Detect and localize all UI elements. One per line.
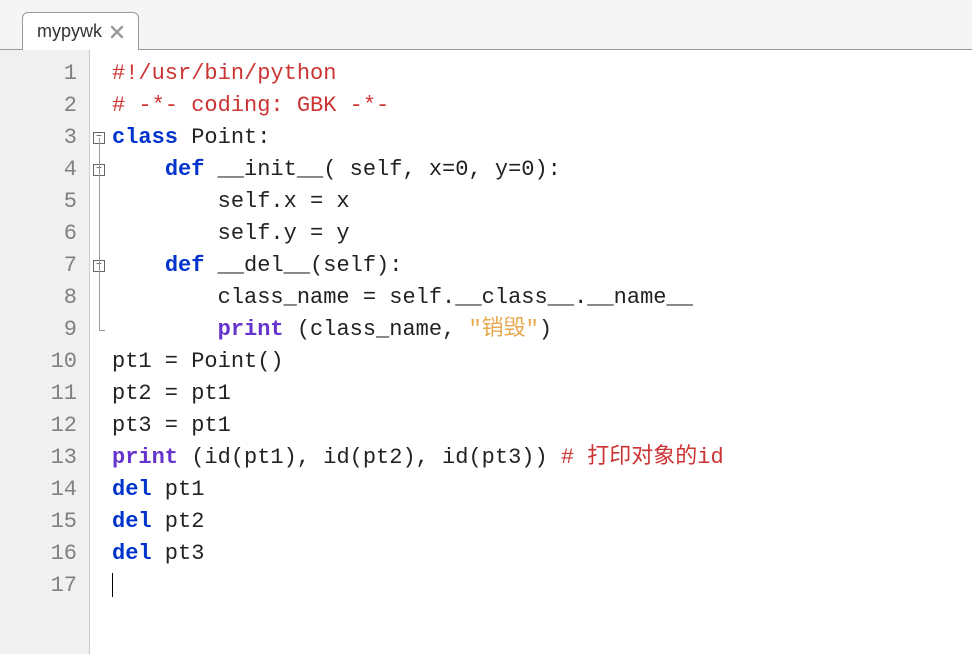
fold-cell bbox=[90, 474, 108, 506]
fold-cell bbox=[90, 570, 108, 602]
line-number: 15 bbox=[0, 506, 89, 538]
line-number: 14 bbox=[0, 474, 89, 506]
line-number: 4 bbox=[0, 154, 89, 186]
fold-cell bbox=[90, 506, 108, 538]
fold-cell bbox=[90, 346, 108, 378]
fold-cell: − bbox=[90, 154, 108, 186]
code-line[interactable]: self.y = y bbox=[108, 218, 972, 250]
code-line[interactable]: del pt1 bbox=[108, 474, 972, 506]
line-number: 11 bbox=[0, 378, 89, 410]
code-line[interactable]: pt2 = pt1 bbox=[108, 378, 972, 410]
code-line[interactable]: class_name = self.__class__.__name__ bbox=[108, 282, 972, 314]
fold-cell bbox=[90, 314, 108, 346]
code-line[interactable]: # -*- coding: GBK -*- bbox=[108, 90, 972, 122]
fold-column: −−− bbox=[90, 50, 108, 654]
fold-cell bbox=[90, 58, 108, 90]
line-number: 2 bbox=[0, 90, 89, 122]
line-number: 17 bbox=[0, 570, 89, 602]
editor-pane: 1234567891011121314151617 −−− #!/usr/bin… bbox=[0, 50, 972, 654]
line-number: 6 bbox=[0, 218, 89, 250]
fold-cell bbox=[90, 218, 108, 250]
code-line[interactable]: print (id(pt1), id(pt2), id(pt3)) # 打印对象… bbox=[108, 442, 972, 474]
line-number: 9 bbox=[0, 314, 89, 346]
code-line[interactable]: #!/usr/bin/python bbox=[108, 58, 972, 90]
code-line[interactable]: pt1 = Point() bbox=[108, 346, 972, 378]
fold-cell bbox=[90, 410, 108, 442]
close-icon[interactable] bbox=[108, 23, 126, 41]
line-number: 16 bbox=[0, 538, 89, 570]
fold-cell: − bbox=[90, 250, 108, 282]
tab-bar: mypywk bbox=[0, 0, 972, 50]
fold-cell bbox=[90, 538, 108, 570]
line-number: 7 bbox=[0, 250, 89, 282]
fold-cell bbox=[90, 90, 108, 122]
line-number: 8 bbox=[0, 282, 89, 314]
line-number: 5 bbox=[0, 186, 89, 218]
fold-cell bbox=[90, 378, 108, 410]
fold-cell bbox=[90, 442, 108, 474]
code-line[interactable]: pt3 = pt1 bbox=[108, 410, 972, 442]
code-line[interactable]: def __init__( self, x=0, y=0): bbox=[108, 154, 972, 186]
fold-cell bbox=[90, 282, 108, 314]
editor-tab[interactable]: mypywk bbox=[22, 12, 139, 50]
code-line[interactable]: del pt3 bbox=[108, 538, 972, 570]
code-line[interactable]: print (class_name, "销毁") bbox=[108, 314, 972, 346]
fold-cell bbox=[90, 186, 108, 218]
line-number: 13 bbox=[0, 442, 89, 474]
code-area[interactable]: #!/usr/bin/python# -*- coding: GBK -*-cl… bbox=[108, 50, 972, 654]
code-line[interactable]: self.x = x bbox=[108, 186, 972, 218]
code-line[interactable]: def __del__(self): bbox=[108, 250, 972, 282]
line-number: 12 bbox=[0, 410, 89, 442]
tab-label: mypywk bbox=[37, 21, 102, 42]
fold-cell: − bbox=[90, 122, 108, 154]
code-line[interactable]: del pt2 bbox=[108, 506, 972, 538]
line-number: 1 bbox=[0, 58, 89, 90]
line-number: 3 bbox=[0, 122, 89, 154]
line-number-gutter: 1234567891011121314151617 bbox=[0, 50, 90, 654]
code-line[interactable] bbox=[108, 570, 972, 602]
line-number: 10 bbox=[0, 346, 89, 378]
code-line[interactable]: class Point: bbox=[108, 122, 972, 154]
